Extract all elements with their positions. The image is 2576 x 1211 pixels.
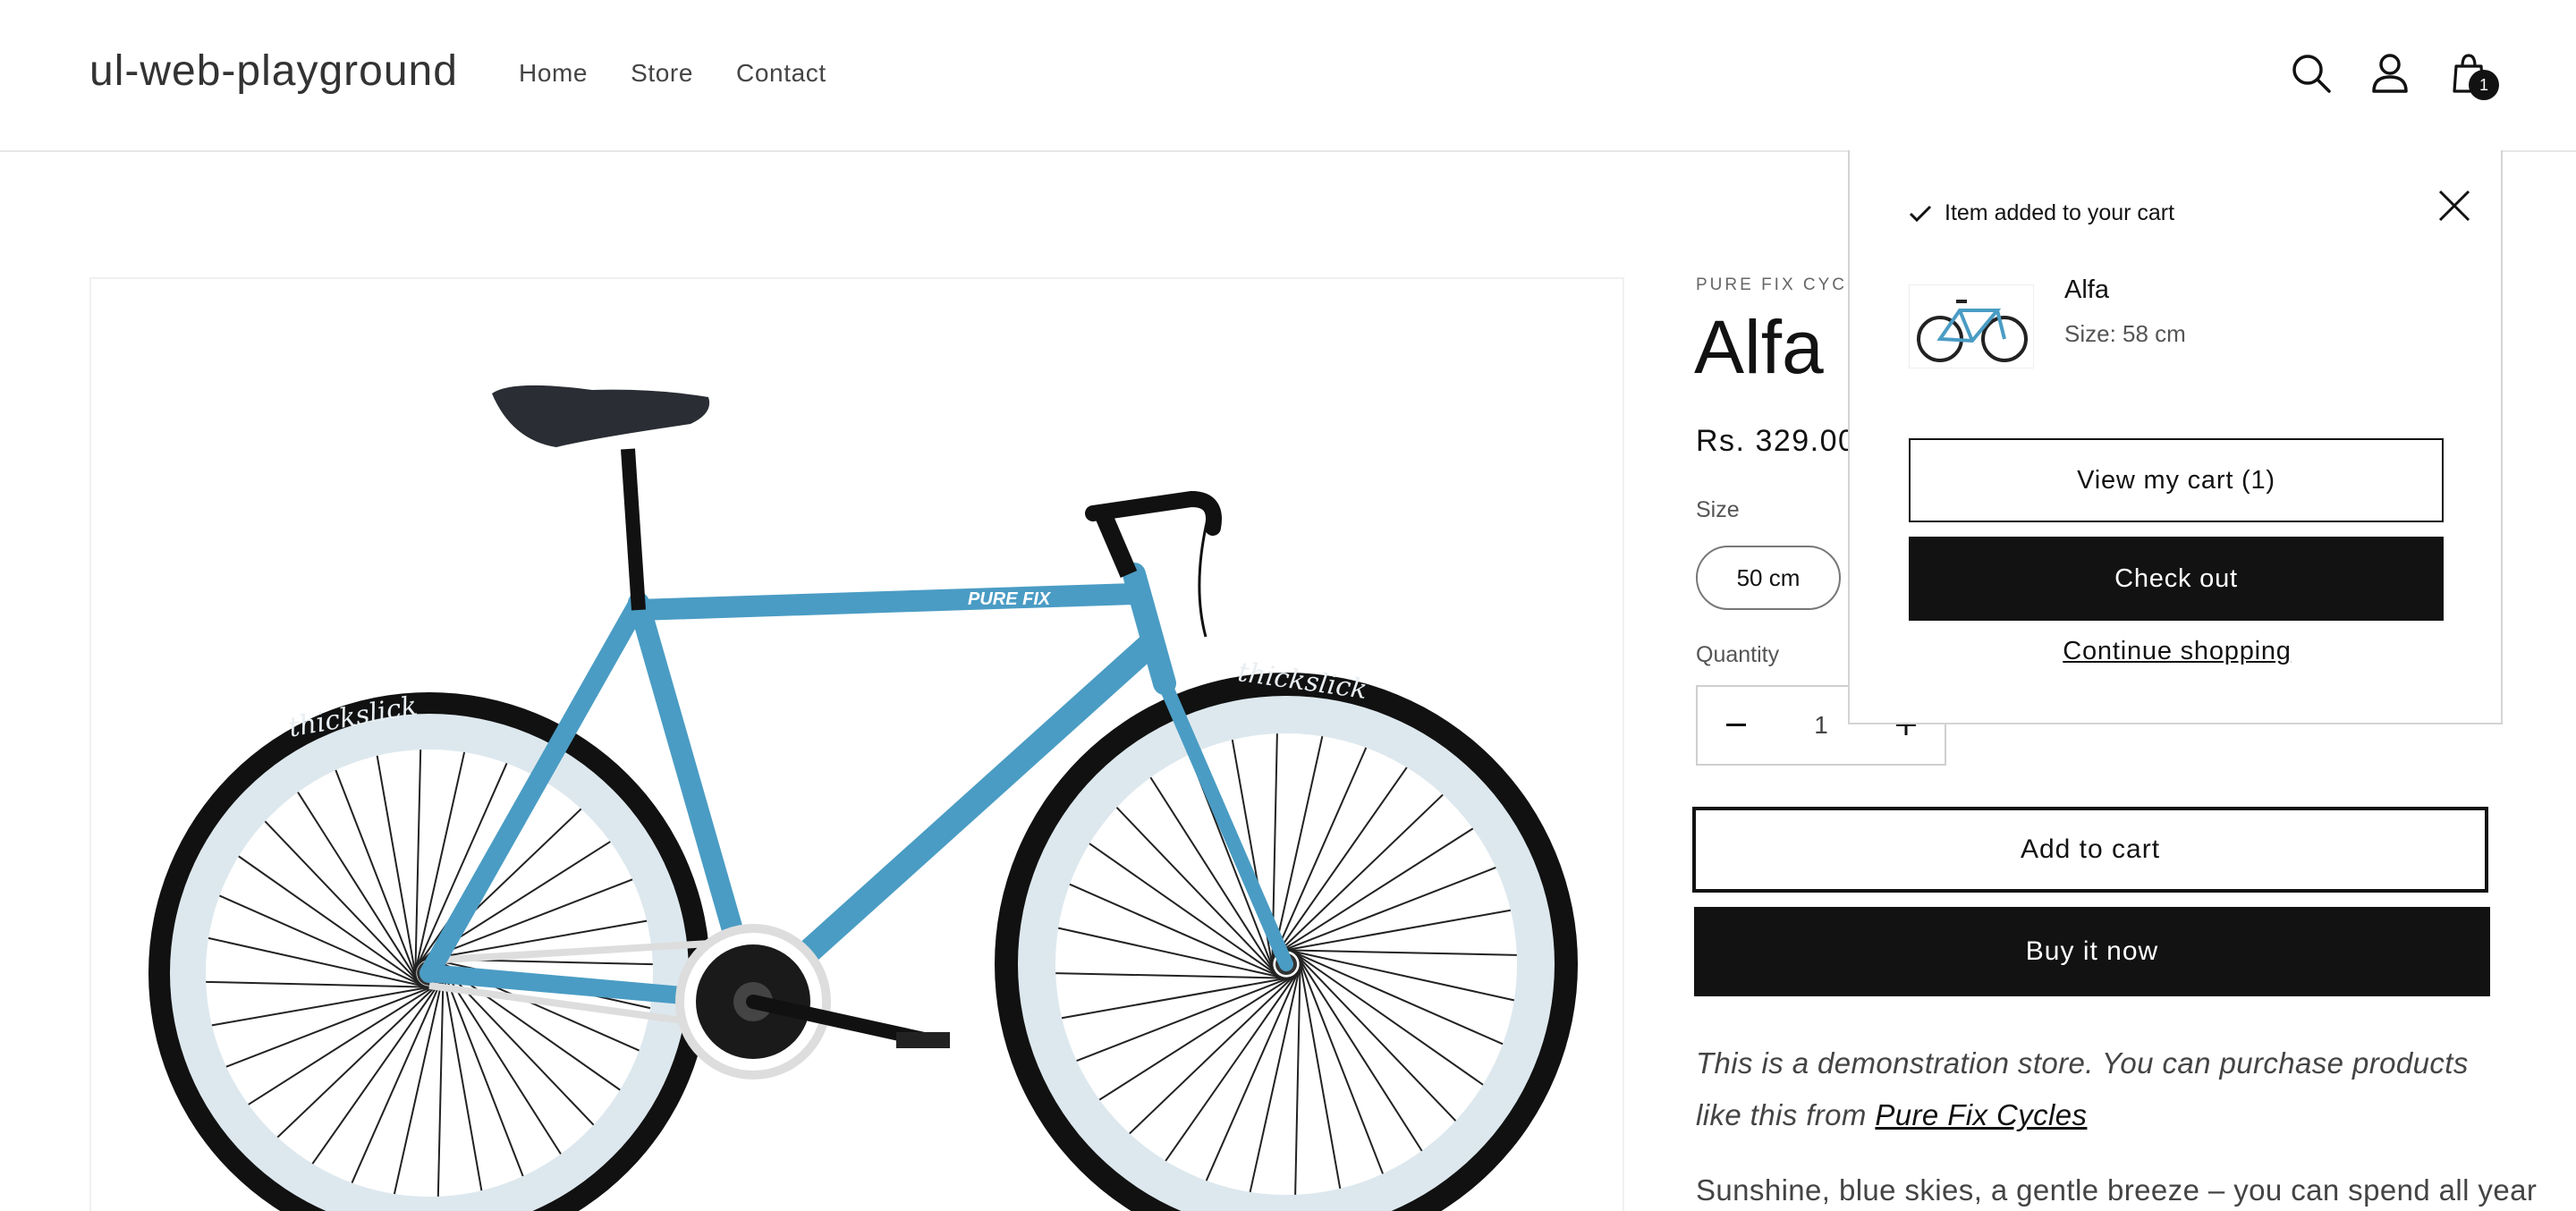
add-to-cart-button[interactable]: Add to cart <box>1692 807 2488 893</box>
cart-item-size: Size: 58 cm <box>2064 320 2186 347</box>
checkout-button[interactable]: Check out <box>1909 537 2444 621</box>
quantity-label: Quantity <box>1696 642 1780 667</box>
pure-fix-cycles-link[interactable]: Pure Fix Cycles <box>1875 1098 2087 1131</box>
search-icon[interactable] <box>2288 50 2334 97</box>
nav-home[interactable]: Home <box>519 59 588 88</box>
continue-shopping-link[interactable]: Continue shopping <box>2063 637 2291 665</box>
frame-logo: PURE FIX <box>968 589 1052 609</box>
cart-notification-heading: Item added to your cart <box>1909 200 2174 226</box>
product-price: Rs. 329.00 <box>1696 424 1857 458</box>
main-nav: Home Store Contact <box>519 59 826 88</box>
nav-store[interactable]: Store <box>631 59 693 88</box>
cart-count-badge: 1 <box>2469 70 2499 100</box>
view-cart-button[interactable]: View my cart (1) <box>1909 438 2444 522</box>
minus-icon <box>1726 724 1746 726</box>
cart-notification: Item added to your cart Alfa Size: 58 cm… <box>1848 150 2503 724</box>
site-logo[interactable]: ul-web-playground <box>89 47 458 96</box>
cart-notification-text: Item added to your cart <box>1945 200 2175 225</box>
close-icon[interactable] <box>2435 186 2474 225</box>
buy-now-button[interactable]: Buy it now <box>1694 907 2490 996</box>
cart-item-thumbnail <box>1909 284 2034 368</box>
saddle <box>492 385 710 447</box>
front-wheel <box>995 673 1578 1211</box>
size-option-50[interactable]: 50 cm <box>1696 546 1841 610</box>
account-icon[interactable] <box>2367 50 2413 97</box>
site-header: ul-web-playground Home Store Contact 1 <box>0 0 2576 152</box>
checkmark-icon <box>1909 205 1932 222</box>
continue-shopping-wrapper: Continue shopping <box>1850 637 2504 666</box>
size-label: Size <box>1696 497 1740 522</box>
product-description-2: Sunshine, blue skies, a gentle breeze – … <box>1696 1173 2538 1207</box>
bicycle-image: thickslick thickslick PURE FIX <box>148 385 1578 1211</box>
product-image-frame[interactable]: thickslick thickslick PURE FIX <box>89 277 1624 1211</box>
nav-contact[interactable]: Contact <box>736 59 826 88</box>
product-title: Alfa <box>1694 305 1824 389</box>
cart-item-name: Alfa <box>2064 275 2109 304</box>
product-description: This is a demonstration store. You can p… <box>1696 1037 2501 1141</box>
quantity-decrease-button[interactable] <box>1698 687 1775 764</box>
